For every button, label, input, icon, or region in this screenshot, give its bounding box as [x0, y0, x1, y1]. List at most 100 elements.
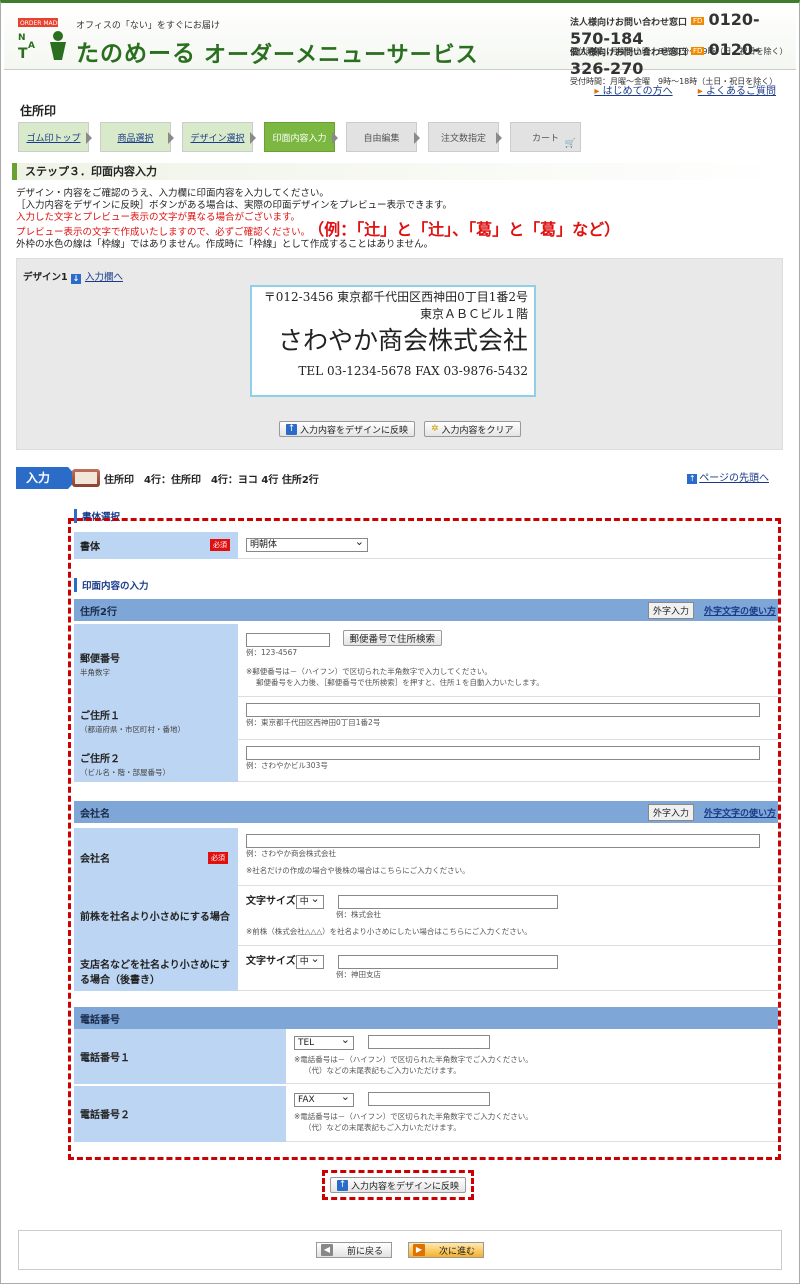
arrow-left-icon: ◀	[320, 1244, 333, 1256]
required-badge: 必須	[208, 852, 228, 864]
reflect-design-button-bottom[interactable]: ↑ 入力内容をデザインに反映	[329, 1177, 466, 1193]
postal-input[interactable]	[246, 632, 330, 647]
tel2-value: FAX ※電話番号は－（ハイフン）で区切られた半角数字でご入力ください。 （代）…	[286, 1086, 778, 1142]
stamp-line2: 東京ＡＢＣビル１階	[419, 307, 528, 321]
addr1-sub: （都道府県・市区町村・番地）	[80, 725, 185, 734]
back-label: 前に戻る	[346, 1246, 383, 1257]
font-label: 書体 必須	[74, 532, 238, 559]
step-product-select[interactable]: 商品選択	[100, 122, 174, 152]
intro-line2: ［入力内容をデザインに反映］ボタンがある場合は、実際の印面デザインをプレビュー表…	[16, 200, 453, 211]
clear-input-button[interactable]: ✲ 入力内容をクリア	[424, 421, 521, 437]
suffix-size-label: 文字サイズ	[246, 956, 296, 967]
company-bar-title: 会社名	[80, 809, 110, 820]
reflect-design-button[interactable]: ↑ 入力内容をデザインに反映	[279, 421, 416, 437]
step-gomuin-top[interactable]: ゴム印トップ	[18, 122, 92, 152]
next-button[interactable]: ▶ 次に進む	[408, 1242, 485, 1258]
design-label: デザイン1 ↓ 入力欄へ	[23, 269, 123, 284]
suffix-input[interactable]	[337, 954, 558, 969]
company-name-row: 会社名 必須 例：さわやか商会株式会社 ※社名だけの作成の場合や後株の場合はこちらに…	[74, 828, 778, 886]
addr2-input[interactable]	[246, 746, 760, 760]
company-name-note: ※社名だけの作成の場合や後株の場合はこちらにご入力ください。	[246, 866, 470, 875]
tel2-label: 電話番号２	[74, 1086, 286, 1142]
arrow-down-icon: ↓	[70, 274, 81, 284]
tel1-value: TEL ※電話番号は－（ハイフン）で区切られた半角数字でご入力ください。 （代）…	[286, 1029, 778, 1084]
addr1-label-text: ご住所１	[80, 711, 120, 722]
postal-note2: 郵便番号を入力後、［郵便番号で住所検索］を押すと、住所１を自動入力いたします。	[256, 677, 544, 687]
page-title: 住所印	[20, 104, 57, 118]
tel1-type-select[interactable]: TEL	[294, 1034, 354, 1050]
postal-row: 郵便番号 半角数字 郵便番号で住所検索 例：123-4567 ※郵便番号は－（ハイ…	[74, 624, 778, 697]
link-first-time[interactable]: はじめての方へ	[594, 86, 672, 97]
reflect-design-label: 入力内容をデザインに反映	[350, 1181, 459, 1192]
addr2-row: ご住所２ （ビル名・階・部屋番号） 例：さわやかビル303号	[74, 740, 778, 782]
postal-label: 郵便番号 半角数字	[74, 624, 238, 697]
tel2-input[interactable]	[368, 1092, 490, 1106]
link-faq[interactable]: よくあるご質問	[698, 86, 776, 97]
cart-icon: 🛒	[564, 139, 576, 149]
prefix-example: 例：株式会社	[336, 910, 381, 919]
tanomeru-logo[interactable]: ORDER MADE T A N	[18, 18, 70, 64]
site-header: ORDER MADE T A N オフィスの「ない」をすぐにお届け たのめーる …	[4, 4, 796, 86]
step-design-select[interactable]: デザイン選択	[182, 122, 256, 152]
page-top-link[interactable]: ↑ ページの先頭へ	[687, 469, 769, 484]
personal-phone: 0120-326-270	[570, 40, 760, 78]
tel1-input[interactable]	[368, 1035, 490, 1049]
addr1-input[interactable]	[246, 703, 760, 717]
personal-contact-label: 個人様向けお問い合わせ窓口	[570, 48, 688, 58]
suffix-size-select[interactable]: 中	[295, 953, 324, 969]
postal-search-button[interactable]: 郵便番号で住所検索	[342, 630, 443, 646]
addr2-value: 例：さわやかビル303号	[238, 740, 778, 782]
svg-text:A: A	[28, 41, 35, 51]
link-to-input[interactable]: 入力欄へ	[85, 272, 123, 283]
prefix-input[interactable]	[337, 894, 558, 909]
font-row: 書体 必須 明朝体	[74, 532, 778, 559]
arrow-up-icon: ↑	[286, 423, 297, 435]
reflect-design-label: 入力内容をデザインに反映	[300, 425, 409, 436]
page-top-label: ページの先頭へ	[699, 473, 769, 484]
arrow-up-icon: ↑	[336, 1179, 348, 1191]
font-select[interactable]: 明朝体	[246, 536, 368, 552]
gaiji-input-button[interactable]: 外字入力	[647, 804, 694, 821]
required-badge: 必須	[210, 539, 230, 551]
free-dial-icon: FD	[691, 17, 705, 25]
address-bar-title: 住所2行	[80, 607, 117, 618]
addr1-example: 例：東京都千代田区西神田0丁目1番2号	[246, 718, 381, 727]
suffix-row: 支店名などを社名より小さめにする場合（後書き） 文字サイズ中 例：神田支店	[74, 946, 778, 991]
arrow-right-icon: ▶	[413, 1244, 425, 1256]
gaiji-input-button[interactable]: 外字入力	[647, 602, 694, 619]
addr1-label: ご住所１ （都道府県・市区町村・番地）	[74, 697, 238, 740]
step-free-edit: 自由編集	[346, 122, 420, 152]
prefix-size-label: 文字サイズ	[246, 896, 296, 907]
addr1-row: ご住所１ （都道府県・市区町村・番地） 例：東京都千代田区西神田0丁目1番2号	[74, 697, 778, 740]
step-content-input: 印面内容入力	[264, 122, 338, 152]
address-bar: 住所2行 外字入力 外字文字の使い方	[74, 599, 778, 621]
postal-label-text: 郵便番号	[80, 654, 120, 665]
back-button[interactable]: ◀ 前に戻る	[315, 1242, 392, 1258]
gaiji-help-link[interactable]: 外字文字の使い方	[704, 604, 776, 617]
tel2-type-select[interactable]: FAX	[294, 1091, 354, 1107]
stamp-thumbnail	[72, 469, 100, 487]
prefix-note: ※前株（株式会社△△△）を社名より小さめにしたい場合はこちらにご入力ください。	[246, 927, 532, 936]
stamp-preview: 〒012-3456 東京都千代田区西神田0丁目1番2号 東京ＡＢＣビル１階 さわ…	[250, 285, 536, 397]
stamp-line3: さわやか商会株式会社	[277, 326, 528, 355]
addr2-label: ご住所２ （ビル名・階・部屋番号）	[74, 740, 238, 782]
postal-example: 例：123-4567	[246, 647, 298, 657]
prefix-row: 前株を社名より小さめにする場合 文字サイズ中 例：株式会社 ※前株（株式会社△△…	[74, 886, 778, 946]
step-quantity: 注文数指定	[428, 122, 502, 152]
prefix-label: 前株を社名より小さめにする場合	[74, 886, 238, 946]
postal-sub: 半角数字	[80, 668, 110, 677]
suffix-example: 例：神田支店	[336, 970, 381, 979]
company-name-example: 例：さわやか商会株式会社	[246, 849, 336, 858]
clear-input-label: 入力内容をクリア	[441, 425, 514, 436]
brand-name[interactable]: たのめーる	[76, 34, 196, 68]
prefix-size-select[interactable]: 中	[295, 893, 324, 909]
addr2-example: 例：さわやかビル303号	[246, 761, 328, 770]
company-name-input[interactable]	[246, 834, 760, 848]
highlight-reflect-button: ↑ 入力内容をデザインに反映	[322, 1170, 474, 1200]
step-cart: カート 🛒	[510, 122, 581, 152]
intro-line1: デザイン・内容をご確認のうえ、入力欄に印面内容を入力してください。	[16, 188, 329, 199]
font-value: 明朝体	[238, 532, 778, 559]
gaiji-help-link[interactable]: 外字文字の使い方	[704, 806, 776, 819]
input-badge: 入力	[16, 467, 78, 489]
step-cart-label: カート	[531, 133, 559, 144]
